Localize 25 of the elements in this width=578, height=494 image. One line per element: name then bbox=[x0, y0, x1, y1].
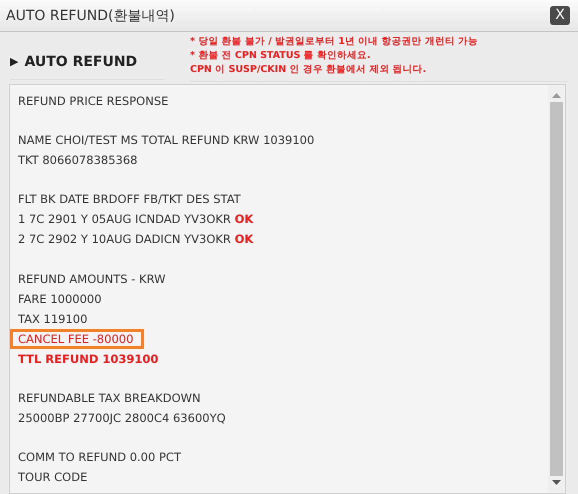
response-line: TOUR CODE bbox=[18, 469, 88, 486]
response-line: TKT 8066078385368 bbox=[18, 152, 138, 170]
response-line: 25000BP 27700JC 2800C4 63600YQ bbox=[18, 410, 227, 427]
response-line: REFUNDABLE TAX BREAKDOWN bbox=[18, 390, 202, 407]
close-button[interactable]: X bbox=[550, 6, 570, 25]
scroll-down-icon[interactable] bbox=[552, 480, 561, 485]
response-line: COMM TO REFUND 0.00 PCT bbox=[18, 449, 182, 466]
response-line: REFUND AMOUNTS - KRW bbox=[18, 270, 166, 288]
scroll-up-icon[interactable] bbox=[552, 93, 561, 98]
section-title: AUTO REFUND bbox=[24, 54, 138, 70]
response-line: NAME CHOI/TEST MS TOTAL REFUND KRW 1039100 bbox=[18, 132, 316, 150]
response-line: 2 7C 2902 Y 10AUG DADICN YV3OKR OK bbox=[18, 231, 254, 248]
section-marker: ▶ bbox=[10, 55, 18, 68]
notice-text: * 당일 환불 불가 / 발권일로부터 1년 이내 항공권만 개런티 가능 bbox=[190, 34, 480, 48]
response-line: FARE 1000000 bbox=[18, 290, 103, 308]
response-line: TAX 119100 bbox=[18, 310, 88, 328]
window-title: AUTO REFUND(환불내역) bbox=[6, 6, 175, 24]
response-line: REFUND PRICE RESPONSE bbox=[18, 93, 170, 110]
response-line: 1 7C 2901 Y 05AUG ICNDAD YV3OKR OK bbox=[18, 211, 254, 228]
scrollbar[interactable] bbox=[548, 85, 565, 493]
response-line: FLT BK DATE BRDOFF FB/TKT DES STAT bbox=[18, 191, 242, 208]
response-line: TTL REFUND 1039100 bbox=[18, 350, 160, 368]
scroll-thumb[interactable] bbox=[550, 102, 563, 476]
notice-text: CPN 이 SUSP/CKIN 인 경우 환불에서 제외 됩니다. bbox=[190, 62, 428, 76]
notice-text: * 환불 전 CPN STATUS 를 확인하세요. bbox=[190, 48, 372, 62]
